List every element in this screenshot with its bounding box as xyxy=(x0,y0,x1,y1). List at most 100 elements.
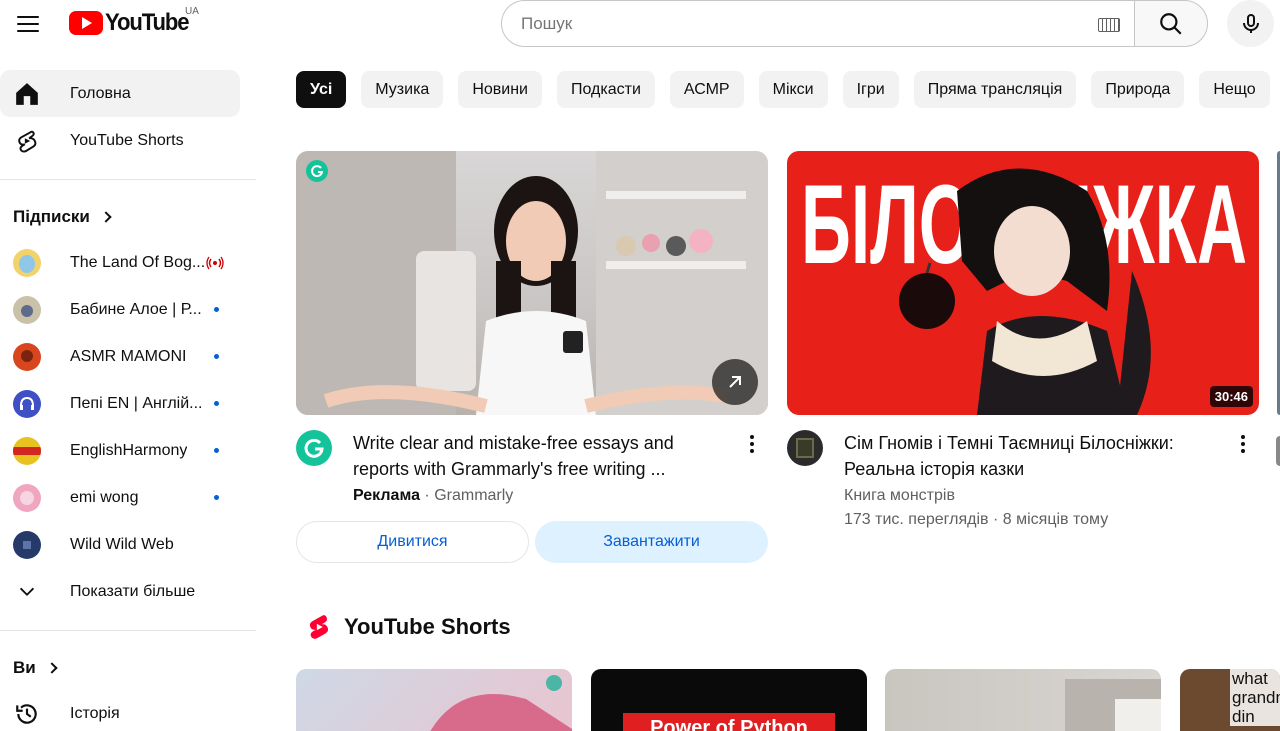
masthead: YouTube UA xyxy=(0,0,1280,50)
chip-asmr[interactable]: АСМР xyxy=(669,71,744,108)
short-caption: what grandm din xyxy=(1230,669,1280,726)
new-content-dot xyxy=(214,495,219,500)
youtube-play-icon xyxy=(69,11,103,35)
video-duration: 30:46 xyxy=(1209,386,1253,407)
short-card[interactable] xyxy=(885,669,1161,731)
chip-music[interactable]: Музика xyxy=(361,71,444,108)
sidebar-item-home[interactable]: Головна xyxy=(0,70,240,117)
avatar xyxy=(13,530,41,559)
sidebar-item-label: The Land Of Bog... xyxy=(70,253,206,271)
external-link-icon[interactable] xyxy=(712,359,758,405)
search-bar xyxy=(501,0,1208,47)
chip-nature[interactable]: Природа xyxy=(1091,71,1185,108)
keyboard-icon[interactable] xyxy=(1098,18,1120,32)
grammarly-logo-icon[interactable] xyxy=(296,430,332,466)
shorts-icon xyxy=(13,127,41,155)
chevron-right-icon xyxy=(46,662,58,674)
sidebar-item-subscription[interactable]: Wild Wild Web xyxy=(0,521,240,568)
search-button[interactable] xyxy=(1134,0,1208,47)
short-caption-box: Power of Python xyxy=(623,713,835,731)
chip-all[interactable]: Усі xyxy=(296,71,347,108)
sidebar-item-label: Головна xyxy=(70,84,131,102)
youtube-logo[interactable]: YouTube xyxy=(69,9,196,37)
history-icon xyxy=(13,700,41,728)
shorts-logo-icon xyxy=(309,615,329,639)
chevron-down-icon xyxy=(13,578,41,606)
thumbnail-image: БІЛОСНІЖКА xyxy=(801,162,1247,415)
chip-games[interactable]: Ігри xyxy=(842,71,899,108)
short-card[interactable] xyxy=(296,669,572,731)
you-title: Ви xyxy=(13,658,36,677)
menu-icon[interactable] xyxy=(12,8,44,40)
short-thumbnail xyxy=(430,675,572,731)
thumbnail-image xyxy=(296,151,768,415)
upload-age: 8 місяців тому xyxy=(1002,511,1109,528)
short-thumbnail xyxy=(1065,679,1161,731)
you-header[interactable]: Ви xyxy=(0,646,256,690)
short-card[interactable]: Power of Python xyxy=(591,669,867,731)
avatar xyxy=(13,342,41,371)
sidebar-item-label: Історія xyxy=(70,704,120,722)
avatar xyxy=(13,295,41,324)
video-title[interactable]: Write clear and mistake-free essays and … xyxy=(353,430,733,482)
video-card: БІЛОСНІЖКА 30:46 Сім Гномів і Темні Таєм… xyxy=(787,151,1259,532)
ad-label: Реклама xyxy=(353,487,420,504)
video-thumbnail[interactable] xyxy=(296,151,768,415)
subscriptions-header[interactable]: Підписки xyxy=(0,195,256,239)
sidebar-item-subscription[interactable]: ASMR MAMONI xyxy=(0,333,240,380)
sidebar-item-history[interactable]: Історія xyxy=(0,690,240,731)
sidebar-item-subscription[interactable]: EnglishHarmony xyxy=(0,427,240,474)
sidebar-item-subscription[interactable]: The Land Of Bog... xyxy=(0,239,240,286)
shorts-section-header: YouTube Shorts xyxy=(306,613,511,641)
new-content-dot xyxy=(214,448,219,453)
sidebar-item-subscription[interactable]: Пепі EN | Англій... xyxy=(0,380,240,427)
video-meta: Сім Гномів і Темні Таємниці Білосніжки: … xyxy=(787,430,1259,532)
sidebar-item-shorts[interactable]: YouTube Shorts xyxy=(0,117,240,164)
video-text: Сім Гномів і Темні Таємниці Білосніжки: … xyxy=(844,430,1224,532)
video-channel-line: Реклама · Grammarly xyxy=(353,487,514,504)
watch-button[interactable]: Дивитися xyxy=(296,521,529,563)
subscriptions-title: Підписки xyxy=(13,207,90,226)
microphone-icon xyxy=(1242,13,1259,33)
sidebar-item-label: ASMR MAMONI xyxy=(70,347,187,365)
sidebar-item-subscription[interactable]: emi wong xyxy=(0,474,240,521)
video-stats: 173 тис. переглядів · 8 місяців тому xyxy=(844,511,1109,528)
home-icon xyxy=(13,80,41,108)
new-content-dot xyxy=(214,401,219,406)
voice-search-button[interactable] xyxy=(1227,0,1274,47)
sidebar-item-label: YouTube Shorts xyxy=(70,131,184,149)
chip-mixes[interactable]: Мікси xyxy=(758,71,828,108)
sidebar: Головна YouTube Shorts Підписки The Land… xyxy=(0,70,256,731)
show-more-button[interactable]: Показати більше xyxy=(0,568,240,615)
chip-more[interactable]: Нещо xyxy=(1199,71,1270,108)
video-title[interactable]: Сім Гномів і Темні Таємниці Білосніжки: … xyxy=(844,430,1224,482)
chip-news[interactable]: Новини xyxy=(458,71,542,108)
more-options-icon[interactable] xyxy=(742,432,762,456)
shorts-title: YouTube Shorts xyxy=(344,614,511,639)
sidebar-item-subscription[interactable]: Бабине Алое | Р... xyxy=(0,286,240,333)
channel-name[interactable]: Grammarly xyxy=(434,487,513,504)
avatar xyxy=(13,389,41,418)
channel-avatar[interactable] xyxy=(787,430,823,466)
video-text: Write clear and mistake-free essays and … xyxy=(353,430,733,508)
channel-name[interactable]: Книга монстрів xyxy=(844,484,1224,508)
new-content-dot xyxy=(214,354,219,359)
chevron-right-icon xyxy=(100,211,112,223)
short-caption: Power of Python xyxy=(650,717,808,731)
grammarly-badge-icon xyxy=(306,160,328,182)
search-icon xyxy=(1160,12,1182,35)
sidebar-item-label: emi wong xyxy=(70,488,139,506)
search-input[interactable] xyxy=(521,13,1081,34)
video-thumbnail[interactable]: БІЛОСНІЖКА 30:46 xyxy=(787,151,1259,415)
avatar-partial xyxy=(1276,436,1280,466)
sidebar-divider xyxy=(0,630,256,631)
short-card[interactable]: what grandm din xyxy=(1180,669,1280,731)
sidebar-divider xyxy=(0,179,256,180)
download-button[interactable]: Завантажити xyxy=(535,521,768,563)
ad-card: Write clear and mistake-free essays and … xyxy=(296,151,768,563)
more-options-icon[interactable] xyxy=(1233,432,1253,456)
chip-live[interactable]: Пряма трансляція xyxy=(913,71,1077,108)
live-icon xyxy=(206,256,224,270)
video-meta: Write clear and mistake-free essays and … xyxy=(296,430,768,508)
chip-podcasts[interactable]: Подкасти xyxy=(557,71,655,108)
